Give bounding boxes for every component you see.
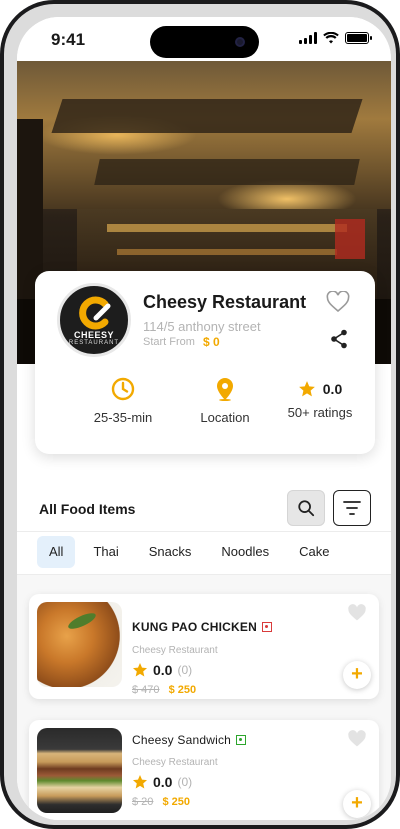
status-bar: 9:41	[17, 17, 391, 61]
search-button[interactable]	[287, 490, 325, 526]
food-rating: 0.0 (0)	[132, 662, 192, 678]
favorite-heart-icon[interactable]	[326, 291, 350, 313]
food-rating-value: 0.0	[153, 774, 173, 790]
share-icon[interactable]	[330, 329, 348, 349]
search-icon	[298, 500, 315, 517]
restaurant-name: Cheesy Restaurant	[143, 292, 307, 312]
dynamic-island	[150, 26, 259, 58]
food-image-kung-pao-chicken	[37, 602, 122, 687]
location-pin-icon	[217, 378, 233, 401]
food-item-card[interactable]: KUNG PAO CHICKEN Cheesy Restaurant 0.0 (…	[29, 594, 379, 699]
rating-stat: 0.0 50+ ratings	[265, 377, 375, 420]
logo-text-sub: RESTAURANT	[68, 340, 120, 346]
new-price: $ 250	[168, 684, 197, 696]
food-rating-count: (0)	[177, 663, 193, 677]
phone-frame: 9:41 CHEESY RESTAURANT Cheesy Restaurant…	[0, 0, 400, 829]
tab-cake[interactable]: Cake	[287, 536, 341, 568]
phone-bezel: 9:41 CHEESY RESTAURANT Cheesy Restaurant…	[4, 4, 396, 825]
favorite-heart-icon[interactable]	[347, 604, 367, 622]
filter-button[interactable]	[333, 490, 371, 526]
category-tabs: All Thai Snacks Noodles Cake	[37, 536, 347, 568]
logo-text-main: CHEESY	[73, 330, 114, 340]
restaurant-info-card: CHEESY RESTAURANT Cheesy Restaurant 114/…	[35, 271, 375, 454]
non-veg-icon	[261, 622, 272, 632]
signal-icon	[299, 32, 317, 44]
food-name: Cheesy Sandwich	[132, 733, 247, 747]
star-icon	[133, 663, 147, 677]
old-price: $ 470	[132, 684, 160, 696]
logo-c-mark-icon	[79, 296, 111, 330]
favorite-heart-icon[interactable]	[347, 730, 367, 748]
food-item-card[interactable]: Cheesy Sandwich Cheesy Restaurant 0.0 (0…	[29, 720, 379, 820]
battery-icon	[345, 32, 372, 44]
location-stat[interactable]: Location	[175, 377, 275, 425]
status-icons	[299, 32, 372, 44]
star-icon	[298, 381, 315, 397]
food-restaurant: Cheesy Restaurant	[132, 757, 218, 768]
delivery-time-stat: 25-35-min	[63, 377, 183, 425]
food-name: KUNG PAO CHICKEN	[132, 620, 272, 634]
food-price: $ 470 $ 250	[132, 684, 196, 696]
clock-icon	[111, 377, 135, 401]
food-price: $ 20 $ 250	[132, 796, 190, 808]
divider	[17, 531, 391, 532]
wifi-icon	[323, 32, 339, 44]
food-image-cheesy-sandwich	[37, 728, 122, 813]
filter-icon	[343, 501, 361, 515]
tab-noodles[interactable]: Noodles	[209, 536, 281, 568]
tab-thai[interactable]: Thai	[81, 536, 130, 568]
old-price: $ 20	[132, 796, 154, 808]
camera-icon	[235, 37, 245, 47]
food-rating: 0.0 (0)	[132, 774, 192, 790]
section-title: All Food Items	[39, 501, 136, 517]
star-icon	[133, 775, 147, 789]
delivery-time-label: 25-35-min	[93, 410, 153, 425]
add-to-cart-button[interactable]: +	[343, 661, 371, 689]
start-from-label: Start From	[143, 336, 195, 348]
restaurant-logo: CHEESY RESTAURANT	[57, 283, 131, 357]
restaurant-address: 114/5 anthony street	[143, 319, 261, 334]
food-rating-value: 0.0	[153, 662, 173, 678]
location-label: Location	[200, 410, 250, 425]
food-restaurant: Cheesy Restaurant	[132, 645, 218, 656]
tab-snacks[interactable]: Snacks	[137, 536, 204, 568]
veg-icon	[236, 735, 247, 745]
app-screen: 9:41 CHEESY RESTAURANT Cheesy Restaurant…	[17, 17, 391, 820]
new-price: $ 250	[162, 796, 191, 808]
tab-all[interactable]: All	[37, 536, 76, 568]
food-rating-count: (0)	[177, 775, 193, 789]
start-from-price: $ 0	[203, 335, 220, 349]
rating-value: 0.0	[322, 381, 343, 397]
add-to-cart-button[interactable]: +	[343, 790, 371, 818]
status-time: 9:41	[51, 30, 86, 49]
rating-count-label: 50+ ratings	[287, 405, 353, 420]
